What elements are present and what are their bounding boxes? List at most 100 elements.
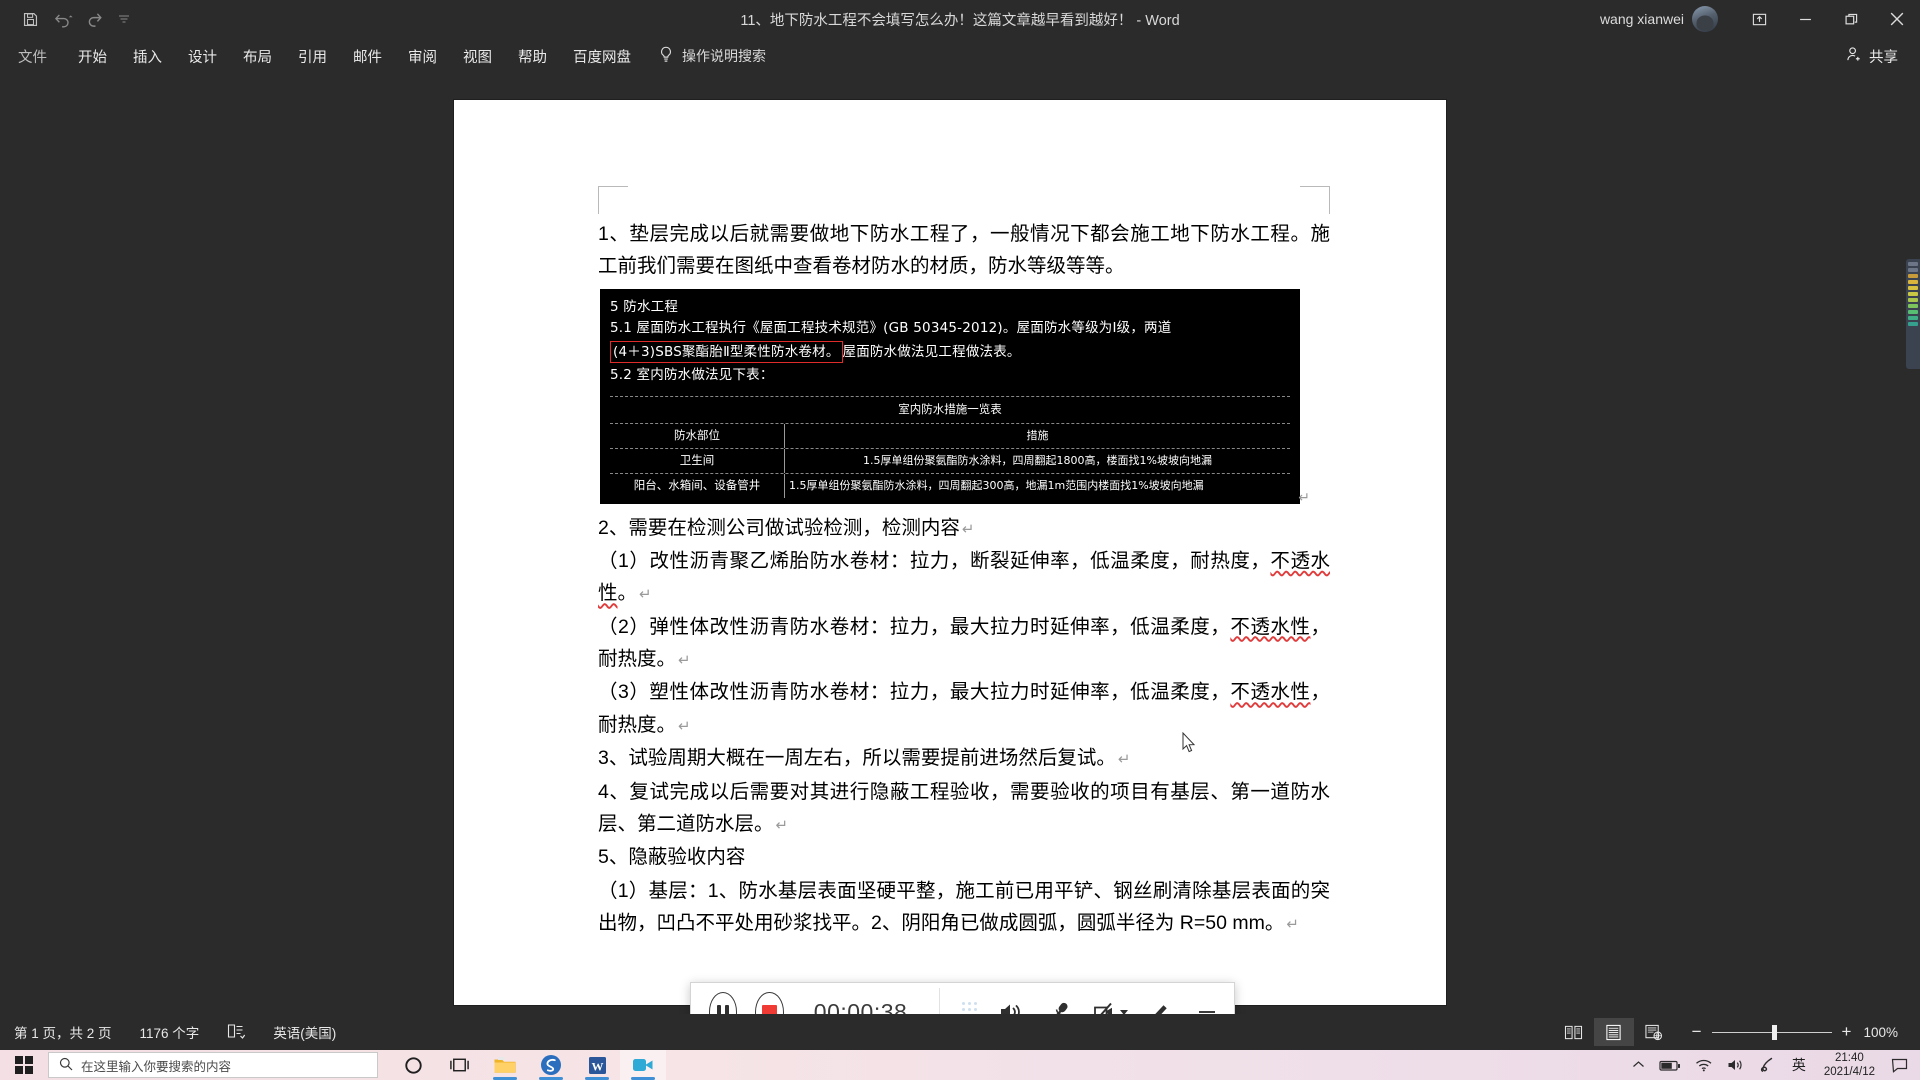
view-web-layout[interactable]	[1634, 1018, 1674, 1046]
recorder-icon[interactable]	[620, 1050, 666, 1080]
pen-button[interactable]	[1150, 1001, 1174, 1014]
margin-mark-top-right	[1300, 186, 1330, 214]
tell-me-label: 操作说明搜索	[682, 48, 766, 64]
close-icon[interactable]	[1874, 0, 1920, 38]
document-page[interactable]: 1、垫层完成以后就需要做地下防水工程了，一般情况下都会施工地下防水工程。施工前我…	[454, 100, 1446, 1005]
task-view-icon[interactable]	[436, 1050, 482, 1080]
ribbon-display-options-icon[interactable]	[1736, 0, 1782, 38]
tab-view[interactable]: 视图	[450, 38, 505, 74]
cortana-icon[interactable]	[390, 1050, 436, 1080]
zoom-slider[interactable]: − +	[1674, 1022, 1864, 1042]
proofing-icon	[227, 1023, 246, 1042]
restore-icon[interactable]	[1828, 0, 1874, 38]
view-print-layout[interactable]	[1593, 1018, 1634, 1046]
tab-help[interactable]: 帮助	[505, 38, 560, 74]
screen-recorder-toolbar[interactable]: 00:00:38	[690, 982, 1235, 1014]
sogou-icon[interactable]	[528, 1050, 574, 1080]
redo-icon[interactable]	[87, 11, 104, 28]
microphone-button[interactable]	[1047, 1000, 1071, 1014]
sogou-pen-icon[interactable]	[1752, 1057, 1784, 1073]
tab-insert[interactable]: 插入	[120, 38, 175, 74]
save-icon[interactable]	[22, 11, 39, 28]
paragraph-5-text: 4、复试完成以后需要对其进行隐蔽工程验收，需要验收的项目有基层、第一道防水层、第…	[598, 780, 1330, 835]
toolbar-divider	[939, 988, 940, 1014]
volume-icon[interactable]	[1720, 1058, 1752, 1072]
tab-references[interactable]: 引用	[285, 38, 340, 74]
word-icon[interactable]: W	[574, 1050, 620, 1080]
embedded-table-row: 阳台、水箱间、设备管井 1.5厚单组份聚氨酯防水涂料，四周翻起300高，地漏1m…	[610, 473, 1290, 498]
tab-mailings[interactable]: 邮件	[340, 38, 395, 74]
tab-file[interactable]: 文件	[0, 38, 65, 74]
account-name[interactable]: wang xianwei	[1600, 11, 1692, 27]
zoom-in-button[interactable]: +	[1842, 1022, 1852, 1042]
share-label: 共享	[1869, 49, 1898, 66]
document-text-body[interactable]: 1、垫层完成以后就需要做地下防水工程了，一般情况下都会施工地下防水工程。施工前我…	[598, 218, 1330, 940]
paragraph-2-text: 2、需要在检测公司做试验检测，检测内容	[598, 516, 960, 539]
pilcrow-icon: ↵	[1286, 915, 1299, 933]
word-count[interactable]: 1176 个字	[126, 1022, 214, 1042]
pause-button[interactable]	[709, 992, 738, 1014]
embedded-line-2: 5.1 屋面防水工程执行《屋面工程技术规范》(GB 50345-2012)。屋面…	[610, 319, 1172, 336]
stop-button[interactable]	[755, 992, 784, 1014]
notification-icon[interactable]	[1885, 1058, 1920, 1073]
paragraph-3a-tail: 。	[617, 582, 638, 605]
title-bar-right: wang xianwei	[1600, 0, 1920, 38]
tab-layout[interactable]: 布局	[230, 38, 285, 74]
embedded-table-header-1: 措施	[1026, 429, 1049, 443]
zoom-thumb[interactable]	[1771, 1024, 1777, 1040]
pilcrow-icon: ↵	[775, 816, 789, 834]
paragraph-6-text: 5、隐蔽验收内容	[598, 846, 746, 869]
tab-home[interactable]: 开始	[65, 38, 120, 74]
embedded-cell-r1c1: 1.5厚单组份聚氨酯防水涂料，四周翻起300高，地漏1m范围内楼面找1%坡坡向地…	[789, 478, 1204, 492]
wifi-icon[interactable]	[1688, 1058, 1720, 1072]
system-tray: 英 21:40 2021/4/12	[1625, 1050, 1920, 1080]
right-edge-meter-widget[interactable]	[1906, 259, 1920, 369]
tab-design[interactable]: 设计	[175, 38, 230, 74]
ribbon-tabs: 文件 开始 插入 设计 布局 引用 邮件 审阅 视图 帮助 百度网盘 操作说明搜…	[0, 38, 1920, 74]
share-button[interactable]: 共享	[1846, 38, 1898, 74]
minimize-icon[interactable]	[1782, 0, 1828, 38]
customize-qat-icon[interactable]	[118, 13, 130, 25]
tell-me-search[interactable]: 操作说明搜索	[658, 46, 766, 67]
undo-icon[interactable]	[53, 11, 73, 28]
avatar[interactable]	[1692, 6, 1718, 32]
taskbar-search-box[interactable]: 在这里输入你要搜索的内容	[48, 1052, 378, 1078]
stop-icon	[762, 1004, 778, 1014]
tab-baidu-netdisk[interactable]: 百度网盘	[560, 38, 644, 74]
page-indicator[interactable]: 第 1 页，共 2 页	[0, 1022, 126, 1042]
paragraph-1: 1、垫层完成以后就需要做地下防水工程了，一般情况下都会施工地下防水工程。施工前我…	[598, 223, 1330, 278]
title-bar: 11、地下防水工程不会填写怎么办！这篇文章越早看到越好！ - Word wang…	[0, 0, 1920, 38]
tab-review[interactable]: 审阅	[395, 38, 450, 74]
pilcrow-icon: ↵	[961, 520, 975, 538]
drag-handle[interactable]	[962, 1001, 977, 1014]
camera-off-button[interactable]	[1093, 1001, 1128, 1014]
minimize-button[interactable]	[1196, 1005, 1218, 1014]
ime-indicator[interactable]: 英	[1784, 1055, 1814, 1075]
lightbulb-icon	[658, 46, 674, 67]
proofing-status[interactable]	[213, 1023, 259, 1042]
speaker-button[interactable]	[999, 1001, 1025, 1014]
document-canvas[interactable]: 1、垫层完成以后就需要做地下防水工程了，一般情况下都会施工地下防水工程。施工前我…	[0, 74, 1920, 1014]
language-indicator[interactable]: 英语(美国)	[259, 1022, 350, 1042]
pilcrow-icon: ↵	[639, 586, 652, 604]
clock[interactable]: 21:40 2021/4/12	[1814, 1051, 1885, 1079]
zoom-track[interactable]	[1711, 1024, 1832, 1040]
paragraph-3a: （1）改性沥青聚乙烯胎防水卷材：拉力，断裂延伸率，低温柔度，耐热度，不透水性。 ↵	[598, 545, 1330, 610]
chevron-down-icon[interactable]	[1120, 1009, 1128, 1014]
embedded-table-header-0: 防水部位	[610, 424, 785, 449]
pilcrow-icon: ↵	[678, 717, 691, 735]
view-read-mode[interactable]	[1554, 1018, 1594, 1046]
show-hidden-icons-icon[interactable]	[1625, 1060, 1652, 1070]
start-button[interactable]	[0, 1050, 48, 1080]
paragraph-4-text: 3、试验周期大概在一周左右，所以需要提前进场然后复试。	[598, 747, 1116, 770]
zoom-out-button[interactable]: −	[1692, 1022, 1702, 1042]
battery-icon[interactable]	[1652, 1059, 1688, 1072]
zoom-percent[interactable]: 100%	[1863, 1025, 1910, 1040]
file-explorer-icon[interactable]	[482, 1050, 528, 1080]
taskbar: 在这里输入你要搜索的内容 W 英 21:40 2021/4/12	[0, 1050, 1920, 1080]
paragraph-4: 3、试验周期大概在一周左右，所以需要提前进场然后复试。 ↵	[598, 742, 1330, 774]
embedded-table: 室内防水措施一览表 防水部位 措施 卫生间 1.5厚单组份聚氨酯防水涂料，四周翻…	[610, 396, 1290, 498]
status-bar-right: − + 100%	[1554, 1018, 1910, 1046]
embedded-drawing-image[interactable]: 5 防水工程 5.1 屋面防水工程执行《屋面工程技术规范》(GB 50345-2…	[600, 288, 1310, 506]
embedded-cell-r1c0: 阳台、水箱间、设备管井	[610, 473, 785, 498]
